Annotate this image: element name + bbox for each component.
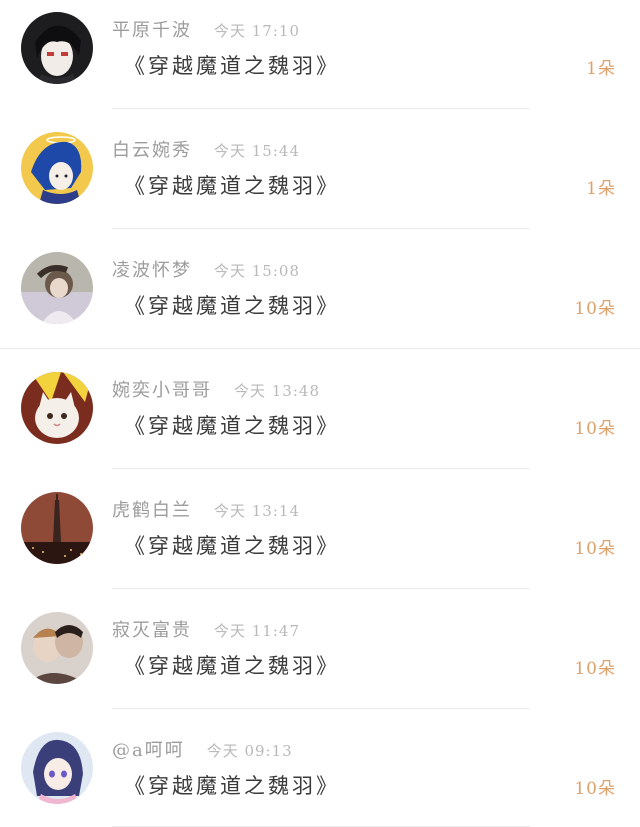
- flower-count: 10朵: [574, 659, 616, 679]
- book-title[interactable]: 《穿越魔道之魏羽》: [124, 290, 340, 320]
- user-name[interactable]: 凌波怀梦: [112, 256, 192, 282]
- avatar[interactable]: [21, 492, 93, 564]
- avatar-city-tower-photo-icon: [21, 492, 93, 564]
- list-item[interactable]: @a呵呵 今天 09:13 《穿越魔道之魏羽》 10朵: [0, 720, 640, 827]
- item-meta: 凌波怀梦 今天 15:08: [112, 256, 300, 282]
- flower-count: 10朵: [574, 779, 616, 799]
- avatar[interactable]: [21, 12, 93, 84]
- flower-count: 10朵: [574, 299, 616, 319]
- item-meta: 虎鹤白兰 今天 13:14: [112, 496, 300, 522]
- avatar-couple-photo-icon: [21, 612, 93, 684]
- divider: [112, 468, 530, 469]
- flower-count: 10朵: [574, 539, 616, 559]
- book-title[interactable]: 《穿越魔道之魏羽》: [124, 50, 340, 80]
- timestamp: 今天 11:47: [214, 622, 300, 640]
- user-name[interactable]: 寂灭富贵: [112, 616, 192, 642]
- flower-count: 10朵: [574, 419, 616, 439]
- divider: [112, 708, 530, 709]
- user-name[interactable]: 虎鹤白兰: [112, 496, 192, 522]
- flower-count: 1朵: [586, 179, 616, 199]
- timestamp: 今天 15:44: [214, 142, 300, 160]
- flower-count: 1朵: [586, 59, 616, 79]
- divider: [112, 228, 530, 229]
- book-title[interactable]: 《穿越魔道之魏羽》: [124, 410, 340, 440]
- avatar[interactable]: [21, 132, 93, 204]
- timestamp: 今天 17:10: [214, 22, 300, 40]
- item-meta: 平原千波 今天 17:10: [112, 16, 300, 42]
- gift-list: 平原千波 今天 17:10 《穿越魔道之魏羽》 1朵 白云婉秀 今天 15:44…: [0, 0, 640, 827]
- avatar-girl-photo-icon: [21, 252, 93, 324]
- list-item[interactable]: 凌波怀梦 今天 15:08 《穿越魔道之魏羽》 10朵: [0, 240, 640, 360]
- timestamp: 今天 09:13: [206, 742, 293, 760]
- item-meta: @a呵呵 今天 09:13: [112, 736, 293, 762]
- avatar[interactable]: [21, 372, 93, 444]
- book-title[interactable]: 《穿越魔道之魏羽》: [124, 770, 340, 800]
- book-title[interactable]: 《穿越魔道之魏羽》: [124, 650, 340, 680]
- item-meta: 寂灭富贵 今天 11:47: [112, 616, 300, 642]
- avatar-purple-hair-anime-icon: [21, 732, 93, 804]
- timestamp: 今天 13:48: [234, 382, 320, 400]
- book-title[interactable]: 《穿越魔道之魏羽》: [124, 170, 340, 200]
- divider: [112, 588, 530, 589]
- list-item[interactable]: 白云婉秀 今天 15:44 《穿越魔道之魏羽》 1朵: [0, 120, 640, 240]
- list-item[interactable]: 婉奕小哥哥 今天 13:48 《穿越魔道之魏羽》 10朵: [0, 360, 640, 480]
- divider: [112, 108, 530, 109]
- list-item[interactable]: 平原千波 今天 17:10 《穿越魔道之魏羽》 1朵: [0, 0, 640, 120]
- user-name[interactable]: 白云婉秀: [112, 136, 192, 162]
- list-item[interactable]: 寂灭富贵 今天 11:47 《穿越魔道之魏羽》 10朵: [0, 600, 640, 720]
- timestamp: 今天 13:14: [214, 502, 300, 520]
- avatar[interactable]: [21, 732, 93, 804]
- user-name[interactable]: @a呵呵: [112, 736, 185, 762]
- avatar-blue-hair-anime-icon: [21, 132, 93, 204]
- avatar-black-hair-anime-icon: [21, 12, 93, 84]
- user-name[interactable]: 婉奕小哥哥: [112, 376, 212, 402]
- book-title[interactable]: 《穿越魔道之魏羽》: [124, 530, 340, 560]
- timestamp: 今天 15:08: [214, 262, 300, 280]
- avatar-cat-photo-icon: [21, 372, 93, 444]
- item-meta: 婉奕小哥哥 今天 13:48: [112, 376, 320, 402]
- user-name[interactable]: 平原千波: [112, 16, 192, 42]
- list-item[interactable]: 虎鹤白兰 今天 13:14 《穿越魔道之魏羽》 10朵: [0, 480, 640, 600]
- avatar[interactable]: [21, 252, 93, 324]
- item-meta: 白云婉秀 今天 15:44: [112, 136, 300, 162]
- avatar[interactable]: [21, 612, 93, 684]
- divider: [0, 348, 640, 349]
